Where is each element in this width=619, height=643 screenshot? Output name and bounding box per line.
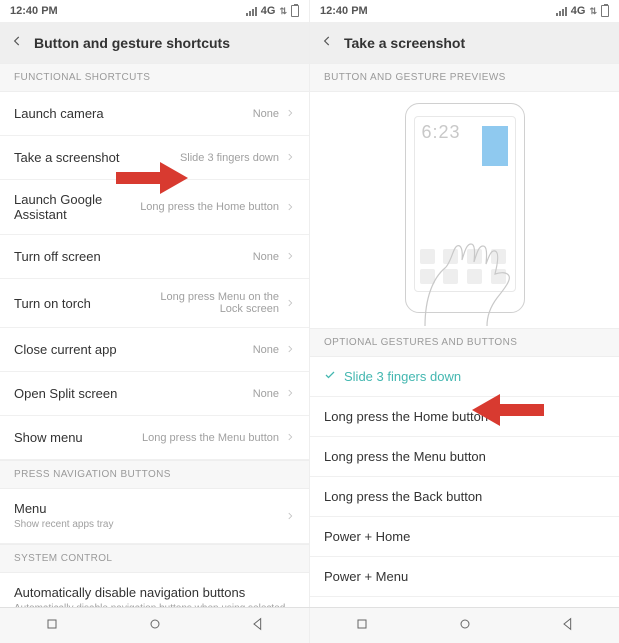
option-power-menu[interactable]: Power + Menu: [310, 557, 619, 597]
row-value: Long press the Menu button: [142, 432, 279, 444]
signal-icon: [556, 6, 567, 16]
android-navbar: [0, 607, 619, 643]
row-value: Slide 3 fingers down: [180, 152, 279, 164]
section-header-system-control: SYSTEM CONTROL: [0, 544, 309, 573]
nav-home-icon[interactable]: [147, 616, 163, 635]
nav-back-icon[interactable]: [560, 616, 576, 635]
network-label: 4G: [571, 5, 586, 17]
chevron-right-icon: [285, 509, 295, 524]
status-bar: 12:40 PM 4G ⇅: [0, 0, 309, 22]
row-label: Close current app: [14, 342, 245, 357]
row-show-menu[interactable]: Show menu Long press the Menu button: [0, 416, 309, 460]
data-arrows-icon: ⇅: [589, 6, 597, 17]
battery-icon: [601, 5, 609, 17]
chevron-right-icon: [285, 150, 295, 165]
row-value: None: [253, 108, 279, 120]
section-header-press-nav: PRESS NAVIGATION BUTTONS: [0, 460, 309, 489]
row-launch-google-assistant[interactable]: Launch Google Assistant Long press the H…: [0, 180, 309, 235]
option-long-press-back[interactable]: Long press the Back button: [310, 477, 619, 517]
page-header: Take a screenshot: [310, 22, 619, 63]
nav-home-icon[interactable]: [457, 616, 473, 635]
left-screen: 12:40 PM 4G ⇅ Button and gesture shortcu…: [0, 0, 309, 607]
status-bar: 12:40 PM 4G ⇅: [310, 0, 619, 22]
option-long-press-home[interactable]: Long press the Home button: [310, 397, 619, 437]
option-label: Long press the Back button: [324, 489, 482, 504]
chevron-right-icon: [285, 430, 295, 445]
right-screen: 12:40 PM 4G ⇅ Take a screenshot BUTTON A…: [309, 0, 619, 607]
page-title: Button and gesture shortcuts: [34, 35, 230, 51]
chevron-right-icon: [285, 342, 295, 357]
row-take-a-screenshot[interactable]: Take a screenshot Slide 3 fingers down: [0, 136, 309, 180]
row-launch-camera[interactable]: Launch camera None: [0, 92, 309, 136]
chevron-right-icon: [285, 386, 295, 401]
option-label: Power + Menu: [324, 569, 408, 584]
row-menu[interactable]: Menu Show recent apps tray: [0, 489, 309, 544]
nav-recent-icon[interactable]: [44, 616, 60, 635]
status-time: 12:40 PM: [10, 5, 58, 17]
row-auto-disable-nav[interactable]: Automatically disable navigation buttons…: [0, 573, 309, 607]
back-icon[interactable]: [10, 34, 24, 51]
row-open-split-screen[interactable]: Open Split screen None: [0, 372, 309, 416]
page-header: Button and gesture shortcuts: [0, 22, 309, 63]
section-header-options: OPTIONAL GESTURES AND BUTTONS: [310, 328, 619, 357]
checkmark-icon: [324, 369, 336, 384]
row-label: Automatically disable navigation buttons: [14, 585, 287, 600]
option-long-press-menu[interactable]: Long press the Menu button: [310, 437, 619, 477]
nav-back-icon[interactable]: [250, 616, 266, 635]
row-label: Launch camera: [14, 106, 245, 121]
status-time: 12:40 PM: [320, 5, 368, 17]
network-label: 4G: [261, 5, 276, 17]
row-sub: Show recent apps tray: [14, 518, 277, 531]
row-label: Open Split screen: [14, 386, 245, 401]
row-value: Long press the Home button: [140, 201, 279, 213]
nav-recent-icon[interactable]: [354, 616, 370, 635]
detail-content[interactable]: BUTTON AND GESTURE PREVIEWS 6:23: [310, 63, 619, 607]
option-label: Slide 3 fingers down: [344, 369, 461, 384]
row-label: Take a screenshot: [14, 150, 172, 165]
preview-clock: 6:23: [422, 122, 461, 143]
section-header-functional: FUNCTIONAL SHORTCUTS: [0, 63, 309, 92]
option-slide-3-fingers-down[interactable]: Slide 3 fingers down: [310, 357, 619, 397]
settings-list[interactable]: FUNCTIONAL SHORTCUTS Launch camera None …: [0, 63, 309, 607]
row-label: Menu: [14, 501, 277, 516]
chevron-right-icon: [285, 296, 295, 311]
section-header-preview: BUTTON AND GESTURE PREVIEWS: [310, 63, 619, 92]
back-icon[interactable]: [320, 34, 334, 51]
page-title: Take a screenshot: [344, 35, 465, 51]
row-label: Turn on torch: [14, 296, 131, 311]
row-turn-on-torch[interactable]: Turn on torch Long press Menu on the Loc…: [0, 279, 309, 328]
signal-icon: [246, 6, 257, 16]
chevron-right-icon: [285, 200, 295, 215]
row-turn-off-screen[interactable]: Turn off screen None: [0, 235, 309, 279]
battery-icon: [291, 5, 299, 17]
row-close-current-app[interactable]: Close current app None: [0, 328, 309, 372]
option-label: Power + Home: [324, 529, 410, 544]
option-power-home[interactable]: Power + Home: [310, 517, 619, 557]
option-label: Long press the Home button: [324, 409, 488, 424]
row-label: Turn off screen: [14, 249, 245, 264]
row-value: None: [253, 251, 279, 263]
chevron-right-icon: [285, 106, 295, 121]
row-value: None: [253, 344, 279, 356]
chevron-right-icon: [285, 249, 295, 264]
option-label: Long press the Menu button: [324, 449, 486, 464]
preview-highlight: [482, 126, 508, 166]
row-value: Long press Menu on the Lock screen: [139, 291, 279, 315]
hand-gesture-icon: [405, 208, 525, 328]
gesture-preview: 6:23: [310, 92, 619, 328]
row-value: None: [253, 388, 279, 400]
data-arrows-icon: ⇅: [279, 6, 287, 17]
row-label: Show menu: [14, 430, 134, 445]
row-label: Launch Google Assistant: [14, 192, 132, 222]
